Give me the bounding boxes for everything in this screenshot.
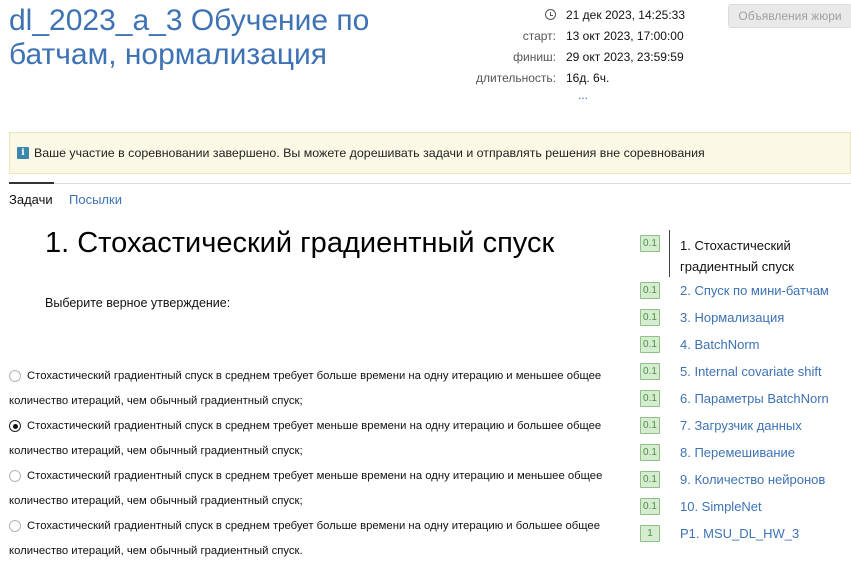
- sidebar-item-label[interactable]: 7. Загрузчик данных: [680, 418, 802, 433]
- radio-button[interactable]: [9, 520, 21, 532]
- score-badge: 0.1: [640, 417, 660, 434]
- answer-option-3[interactable]: Стохастический градиентный спуск в средн…: [9, 464, 629, 514]
- answer-option-4[interactable]: Стохастический градиентный спуск в средн…: [9, 514, 629, 564]
- problem-title: 1. Стохастический градиентный спуск: [45, 227, 555, 259]
- sidebar-item-problem-8[interactable]: 0.1 8. Перемешивание: [640, 439, 851, 466]
- sidebar-item-problem-2[interactable]: 0.1 2. Спуск по мини-батчам: [640, 277, 851, 304]
- option-line-2: количество итераций, чем обычный градиен…: [9, 545, 303, 557]
- sidebar-item-label[interactable]: 5. Internal covariate shift: [680, 364, 822, 379]
- question-text: Выберите верное утверждение:: [45, 296, 231, 310]
- contest-title: dl_2023_a_3 Обучение по батчам, нормализ…: [9, 4, 370, 71]
- sidebar-item-problem-3[interactable]: 0.1 3. Нормализация: [640, 304, 851, 331]
- sidebar-item-label[interactable]: 4. BatchNorm: [680, 337, 759, 352]
- sidebar-item-label[interactable]: 10. SimpleNet: [680, 499, 762, 514]
- radio-button[interactable]: [9, 370, 21, 382]
- current-time: 21 дек 2023, 14:25:33: [566, 8, 686, 22]
- score-badge: 0.1: [640, 309, 660, 326]
- start-row: старт: 13 окт 2023, 17:00:00: [470, 26, 710, 47]
- option-line-1: Стохастический градиентный спуск в средн…: [27, 470, 603, 482]
- sidebar-item-problem-1[interactable]: 0.1 1. Стохастический градиентный спуск: [640, 230, 851, 277]
- score-badge: 0.1: [640, 363, 660, 380]
- start-value: 13 окт 2023, 17:00:00: [566, 29, 684, 43]
- problems-sidebar: 0.1 1. Стохастический градиентный спуск …: [640, 230, 851, 547]
- participation-ended-alert: i Ваше участие в соревновании завершено.…: [9, 132, 851, 174]
- sidebar-item-label: 1. Стохастический градиентный спуск: [680, 238, 794, 274]
- finish-value: 29 окт 2023, 23:59:59: [566, 50, 684, 64]
- answer-option-2[interactable]: Стохастический градиентный спуск в средн…: [9, 414, 629, 464]
- sidebar-item-label[interactable]: 6. Параметры BatchNorn: [680, 391, 829, 406]
- option-line-1: Стохастический градиентный спуск в средн…: [27, 420, 602, 432]
- active-item-bar: [669, 230, 670, 277]
- radio-button[interactable]: [9, 470, 21, 482]
- info-icon: i: [17, 147, 29, 159]
- sidebar-item-problem-p1[interactable]: 1 P1. MSU_DL_HW_3: [640, 520, 851, 547]
- sidebar-item-problem-7[interactable]: 0.1 7. Загрузчик данных: [640, 412, 851, 439]
- tab-problems[interactable]: Задачи: [9, 192, 53, 207]
- answer-option-1[interactable]: Стохастический градиентный спуск в средн…: [9, 364, 629, 414]
- sidebar-item-label[interactable]: 9. Количество нейронов: [680, 472, 825, 487]
- jury-announcements-button[interactable]: Объявления жюри: [728, 4, 851, 28]
- score-badge: 0.1: [640, 336, 660, 353]
- tabs-divider: [9, 183, 851, 184]
- sidebar-item-problem-4[interactable]: 0.1 4. BatchNorm: [640, 331, 851, 358]
- option-line-2: количество итераций, чем обычный градиен…: [9, 445, 303, 457]
- sidebar-item-problem-6[interactable]: 0.1 6. Параметры BatchNorn: [640, 385, 851, 412]
- alert-text: Ваше участие в соревновании завершено. В…: [34, 146, 705, 160]
- current-time-row: 21 дек 2023, 14:25:33: [470, 5, 710, 26]
- more-link[interactable]: ...: [578, 88, 588, 102]
- clock-icon: [545, 9, 556, 20]
- sidebar-item-label[interactable]: 8. Перемешивание: [680, 445, 795, 460]
- tab-submissions[interactable]: Посылки: [69, 192, 122, 207]
- option-line-1: Стохастический градиентный спуск в средн…: [27, 520, 600, 532]
- sidebar-item-label[interactable]: 3. Нормализация: [680, 310, 784, 325]
- radio-button-checked[interactable]: [9, 420, 21, 432]
- sidebar-item-label[interactable]: 2. Спуск по мини-батчам: [680, 283, 829, 298]
- option-line-2: количество итераций, чем обычный градиен…: [9, 395, 303, 407]
- sidebar-item-problem-10[interactable]: 0.1 10. SimpleNet: [640, 493, 851, 520]
- score-badge: 0.1: [640, 471, 660, 488]
- score-badge: 0.1: [640, 235, 660, 252]
- sidebar-item-label[interactable]: P1. MSU_DL_HW_3: [680, 526, 799, 541]
- score-badge: 0.1: [640, 282, 660, 299]
- duration-label: длительность:: [476, 71, 556, 85]
- score-badge: 0.1: [640, 390, 660, 407]
- score-badge: 0.1: [640, 444, 660, 461]
- start-label: старт:: [522, 29, 556, 43]
- option-line-2: количество итераций, чем обычный градиен…: [9, 495, 303, 507]
- active-tab-indicator: [9, 182, 54, 184]
- duration-row: длительность: 16д. 6ч.: [470, 68, 710, 89]
- finish-label: финиш:: [513, 50, 556, 64]
- score-badge: 0.1: [640, 498, 660, 515]
- option-line-1: Стохастический градиентный спуск в средн…: [27, 370, 602, 382]
- score-badge: 1: [640, 525, 660, 542]
- sidebar-item-problem-5[interactable]: 0.1 5. Internal covariate shift: [640, 358, 851, 385]
- sidebar-item-problem-9[interactable]: 0.1 9. Количество нейронов: [640, 466, 851, 493]
- finish-row: финиш: 29 окт 2023, 23:59:59: [470, 47, 710, 68]
- contest-meta: 21 дек 2023, 14:25:33 старт: 13 окт 2023…: [470, 5, 710, 89]
- duration-value: 16д. 6ч.: [566, 71, 610, 85]
